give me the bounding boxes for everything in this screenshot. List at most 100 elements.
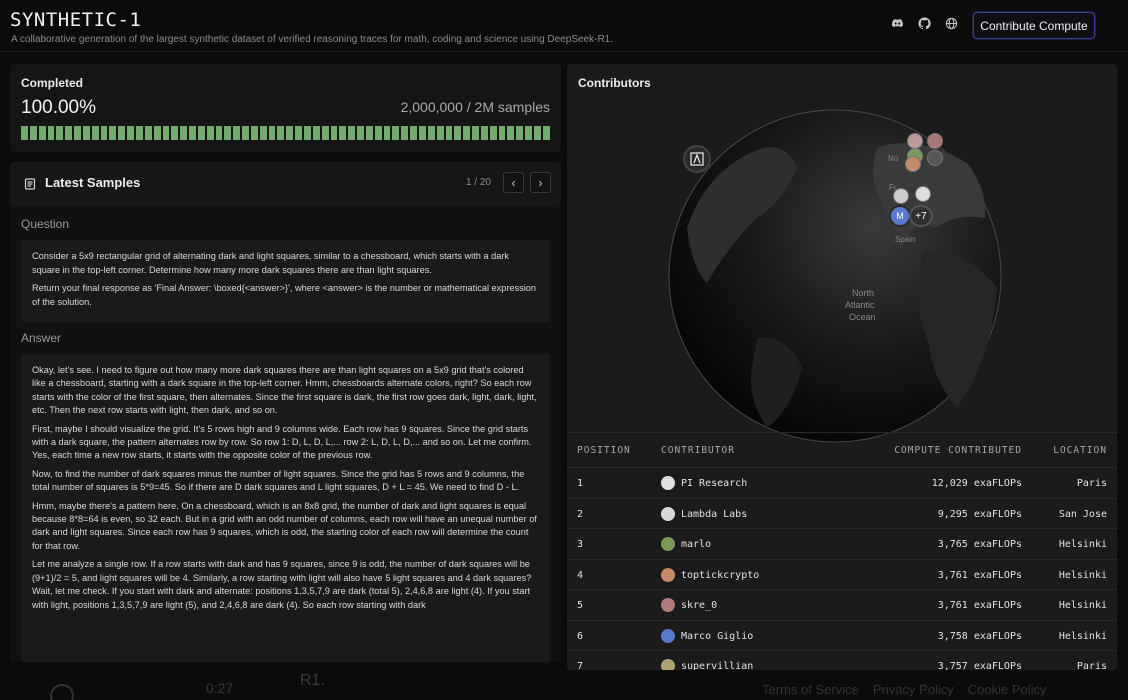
map-avatar[interactable] [927,133,943,149]
progress-segment [525,126,532,140]
header-compute: COMPUTE CONTRIBUTED [894,445,1022,456]
progress-segment [153,126,161,140]
progress-segment [118,126,126,140]
progress-segment [427,126,435,140]
progress-segment [215,126,223,140]
progress-segment [463,126,471,140]
table-row[interactable]: 6 Marco Giglio 3,758 exaFLOPs Helsinki [567,621,1117,651]
progress-segment [401,126,409,140]
answer-box[interactable]: Okay, let's see. I need to figure out ho… [21,354,550,662]
table-row[interactable]: 5 skre_0 3,761 exaFLOPs Helsinki [567,590,1117,621]
row-location: Paris [1076,661,1107,670]
table-body: 1 PI Research 12,029 exaFLOPs Paris 2 Lambda … [567,468,1117,670]
map-label-no: No [888,154,899,163]
progress-segment [144,126,152,140]
progress-segment [65,126,73,140]
progress-segment [109,126,117,140]
pager: 1 / 20 ‹ › [466,172,551,193]
header-position: POSITION [577,445,631,456]
map-avatar[interactable] [915,186,931,202]
map-avatar[interactable] [927,150,943,166]
app-title: SYNTHETIC-1 [10,9,142,31]
progress-segment [533,126,541,140]
progress-segment [480,126,488,140]
question-text: Return your final response as 'Final Ans… [32,283,536,307]
progress-segment [56,126,64,140]
completed-percent: 100.00% [21,97,97,118]
chevron-right-icon: › [538,175,543,190]
terms-link[interactable]: Terms of Service [762,682,859,697]
progress-segment [277,126,285,140]
answer-paragraph: Okay, let's see. I need to figure out ho… [32,365,537,416]
completed-label: Completed [21,76,84,90]
progress-segment [242,126,249,140]
row-compute: 3,757 exaFLOPs [937,661,1022,670]
map-marker-lambda[interactable] [683,145,711,173]
progress-segment [127,126,134,140]
progress-segment [392,126,400,140]
progress-segment [180,126,188,140]
table-row[interactable]: 2 Lambda Labs 9,295 exaFLOPs San Jose [567,499,1117,529]
answer-paragraph: Now, to find the number of dark squares … [32,468,525,493]
map-avatar[interactable] [907,133,923,149]
progress-segment [189,126,196,140]
row-compute: 3,765 exaFLOPs [937,539,1022,550]
row-compute: 12,029 exaFLOPs [931,478,1022,489]
progress-segment [171,126,179,140]
map-label-spain: Spain [895,235,916,244]
row-contributor: PI Research [681,478,748,489]
row-contributor: Marco Giglio [681,630,754,642]
progress-segment [162,126,170,140]
table-row[interactable]: 1 PI Research 12,029 exaFLOPs Paris [567,468,1117,499]
cookie-link[interactable]: Cookie Policy [968,682,1047,697]
progress-segment [21,126,28,140]
progress-segment [224,126,232,140]
map-label-fr: Fr [889,183,897,192]
latest-samples-header: Latest Samples 1 / 20 ‹ › [10,162,561,206]
progress-segment [418,126,426,140]
question-box: Consider a 5x9 rectangular grid of alter… [21,240,550,322]
row-compute: 3,761 exaFLOPs [937,569,1022,581]
table-row[interactable]: 4 toptickcrypto 3,761 exaFLOPs Helsinki [567,560,1117,590]
globe-map[interactable]: North Atlantic Ocean [667,108,1003,444]
globe-icon[interactable] [945,17,958,30]
privacy-link[interactable]: Privacy Policy [873,682,954,697]
contributors-title: Contributors [578,76,651,90]
question-label: Question [21,217,70,231]
table-header: POSITION CONTRIBUTOR COMPUTE CONTRIBUTED… [567,432,1117,468]
avatar-icon [661,628,675,643]
progress-segment [304,126,311,140]
progress-segment [330,126,338,140]
row-location: Helsinki [1058,600,1107,611]
table-row[interactable]: 7 supervillian 3,757 exaFLOPs Paris [567,651,1117,670]
page-indicator: 1 / 20 [465,177,491,188]
progress-segment [436,126,444,140]
table-row[interactable]: 3 marlo 3,765 exaFLOPs Helsinki [567,529,1117,560]
map-more-count[interactable]: +7 [909,205,933,227]
row-position: 4 [577,569,584,581]
app-subtitle: A collaborative generation of the larges… [11,34,614,45]
video-time: 0:27 [206,680,234,696]
avatar-icon [661,598,675,612]
prev-page-button[interactable]: ‹ [503,172,524,193]
map-avatar[interactable] [905,156,921,172]
progress-segment [259,126,267,140]
progress-segment [82,126,90,140]
progress-segment [383,126,391,140]
lambda-icon [661,506,675,521]
progress-bar [21,126,550,140]
github-icon[interactable] [918,17,931,30]
contribute-compute-button[interactable]: Contribute Compute [973,12,1095,39]
progress-segment [295,126,302,140]
progress-segment [321,126,329,140]
map-marker-m[interactable]: M [889,205,911,227]
progress-segment [516,126,524,140]
row-position: 5 [577,600,584,611]
row-position: 7 [577,661,584,670]
next-page-button[interactable]: › [530,172,551,193]
row-location: San Jose [1058,508,1107,520]
discord-icon[interactable] [891,17,904,30]
answer-label: Answer [21,331,62,345]
progress-segment [74,126,81,140]
latest-samples-title: Latest Samples [45,175,141,190]
